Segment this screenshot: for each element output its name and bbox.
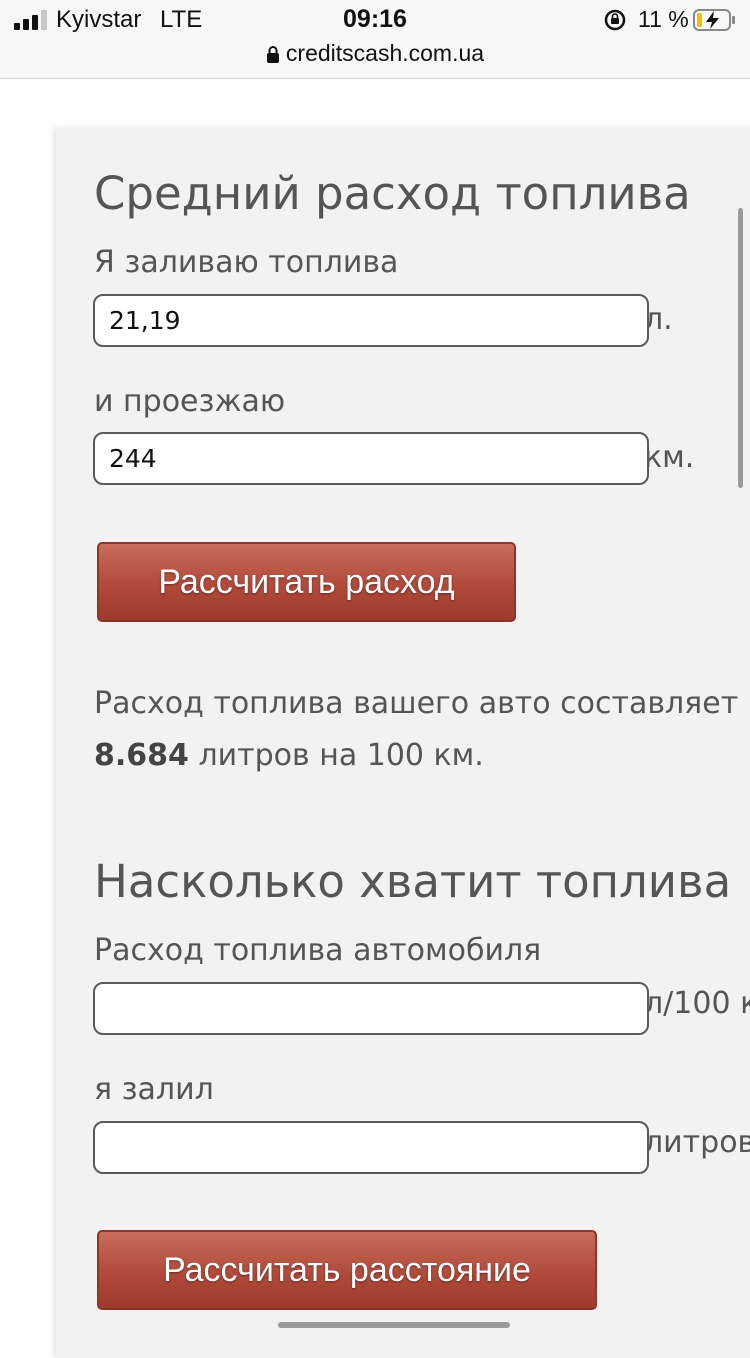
consumption-unit: л/100 км [644,986,750,1021]
scrollbar[interactable] [738,208,743,488]
fuel-label: Я заливаю топлива [94,245,399,280]
consumption-input[interactable] [93,982,649,1035]
calculate-consumption-button[interactable]: Рассчитать расход [97,542,516,622]
rotation-lock-icon [604,9,626,31]
filled-unit: литров [644,1125,750,1160]
section-title-range: Насколько хватит топлива [94,855,732,908]
distance-unit: км. [644,440,695,475]
result-value: 8.684 [94,738,189,773]
url-text: creditscash.com.ua [285,40,485,66]
battery-percent: 11 % [638,6,689,32]
result-line2: 8.684 литров на 100 км. [94,730,738,782]
battery-charging-icon [693,9,735,31]
filled-input[interactable] [93,1121,649,1174]
distance-label: и проезжаю [94,384,286,419]
calculate-distance-button[interactable]: Рассчитать расстояние [97,1230,597,1310]
consumption-label: Расход топлива автомобиля [94,933,542,968]
result-text: Расход топлива вашего авто составляет 8.… [94,678,738,782]
section-title-average-consumption: Средний расход топлива [94,167,691,220]
fuel-input[interactable]: 21,19 [93,294,649,347]
lock-icon [266,46,279,63]
distance-input[interactable]: 244 [93,432,649,485]
result-unit-text: литров на 100 км. [198,738,484,773]
filled-label: я залил [94,1072,214,1107]
result-line1: Расход топлива вашего авто составляет [94,686,739,721]
home-indicator[interactable] [278,1322,510,1328]
status-bar: Kyivstar LTE 09:16 11 % creditscash.com.… [0,0,750,79]
address-bar[interactable]: creditscash.com.ua [0,40,750,67]
